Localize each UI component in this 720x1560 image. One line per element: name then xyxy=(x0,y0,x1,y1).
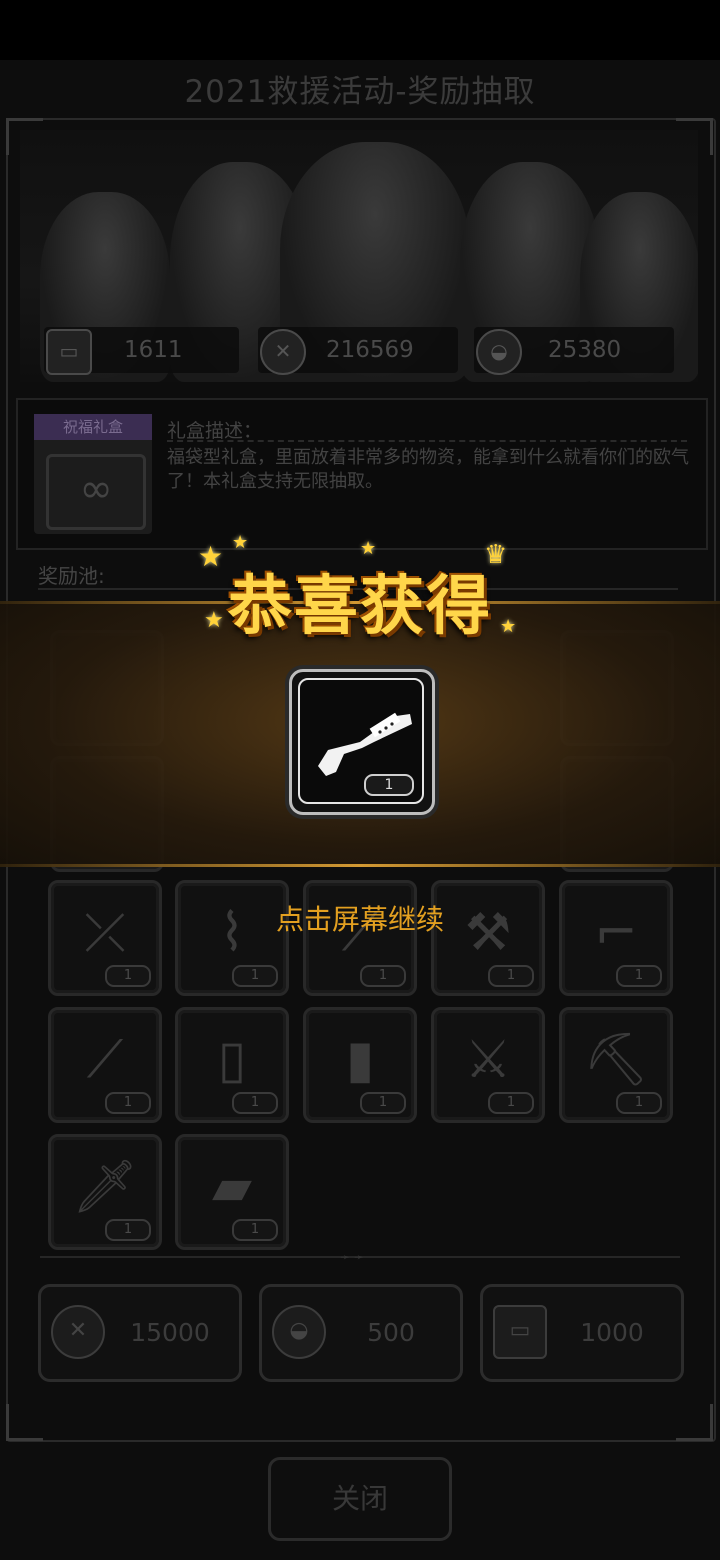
flamethrower-icon: ▮ xyxy=(345,1030,375,1090)
item-qty: 1 xyxy=(616,965,662,987)
item-qty: 1 xyxy=(232,1219,278,1241)
reward-item-frame: 1 xyxy=(298,678,424,804)
vehicle-medal-icon: ◒ xyxy=(476,329,522,375)
item-qty: 1 xyxy=(232,965,278,987)
stat-vehicle-medal-value: 25380 xyxy=(548,337,622,363)
pool-item[interactable]: ▰ 1 xyxy=(175,1134,289,1250)
tap-to-continue[interactable]: 点击屏幕继续 xyxy=(0,898,720,938)
tomahawk-icon: ⚔ xyxy=(464,1030,512,1090)
cleaver-icon: ▰ xyxy=(212,1157,252,1217)
item-qty: 1 xyxy=(360,965,406,987)
divider-arrows-icon: ➛ ➛ xyxy=(340,1250,364,1264)
wooden-shield-icon: ▯ xyxy=(217,1030,247,1090)
item-qty: 1 xyxy=(105,1092,151,1114)
pool-item[interactable]: 🗡 1 xyxy=(48,1134,162,1250)
knuckle-knife-icon: 🗡 xyxy=(71,1157,138,1217)
item-qty: 1 xyxy=(488,1092,534,1114)
pool-item[interactable]: ▯ 1 xyxy=(175,1007,289,1123)
congrats-title: 恭喜获得 xyxy=(228,570,492,644)
pickaxe-icon: ⛏ xyxy=(582,1030,649,1090)
draw-weapons-medal-button[interactable]: ✕ 15000 xyxy=(38,1284,242,1382)
frame-corner-bl xyxy=(6,1404,43,1441)
page-title: 2021救援活动-奖励抽取 xyxy=(184,74,536,110)
gift-desc-text: 福袋型礼盒，里面放着非常多的物资，能拿到什么就看你们的欧气了！本礼盒支持无限抽取… xyxy=(167,447,689,492)
cost-value: 15000 xyxy=(130,1318,210,1347)
banner-bottom-line xyxy=(0,864,720,867)
item-qty: 1 xyxy=(488,965,534,987)
crossed-weapons-medal-icon: ✕ xyxy=(260,329,306,375)
pool-item[interactable]: ▮ 1 xyxy=(303,1007,417,1123)
stat-weapons-medal-value: 216569 xyxy=(326,337,414,363)
vehicle-medal-icon: ◒ xyxy=(272,1305,326,1359)
gift-desc-title: 礼盒描述： xyxy=(167,420,263,442)
cost-value: 1000 xyxy=(580,1318,644,1347)
pool-item[interactable]: ⟋ 1 xyxy=(48,1007,162,1123)
stat-tickets-value: 1611 xyxy=(124,337,183,363)
gift-ribbon: 祝福礼盒 xyxy=(34,414,152,440)
reward-qty: 1 xyxy=(364,774,414,796)
stat-weapons-medal: ✕ 216569 xyxy=(258,327,458,375)
star-icon: ★ xyxy=(232,532,249,553)
katana-icon: ⟋ xyxy=(86,1030,124,1090)
cost-value: 500 xyxy=(367,1318,415,1347)
reward-item-card[interactable]: 1 xyxy=(289,669,435,815)
item-qty: 1 xyxy=(232,1092,278,1114)
frame-corner-br xyxy=(676,1404,713,1441)
stat-vehicle-medal: ◒ 25380 xyxy=(474,327,674,375)
pool-item[interactable]: ⛏ 1 xyxy=(559,1007,673,1123)
crossed-weapons-medal-icon: ✕ xyxy=(51,1305,105,1359)
item-qty: 1 xyxy=(105,965,151,987)
draw-vehicle-medal-button[interactable]: ◒ 500 xyxy=(259,1284,463,1382)
item-qty: 1 xyxy=(105,1219,151,1241)
ticket-card-icon: ▭ xyxy=(46,329,92,375)
draw-ticket-button[interactable]: ▭ 1000 xyxy=(480,1284,684,1382)
item-qty: 1 xyxy=(360,1092,406,1114)
desc-divider xyxy=(167,440,687,442)
stat-tickets: ▭ 1611 xyxy=(44,327,239,375)
ticket-card-icon: ▭ xyxy=(493,1305,547,1359)
close-button[interactable]: 关闭 xyxy=(268,1457,452,1541)
item-qty: 1 xyxy=(616,1092,662,1114)
pool-item[interactable]: ⚔ 1 xyxy=(431,1007,545,1123)
infinity-icon: ∞ xyxy=(46,454,146,530)
